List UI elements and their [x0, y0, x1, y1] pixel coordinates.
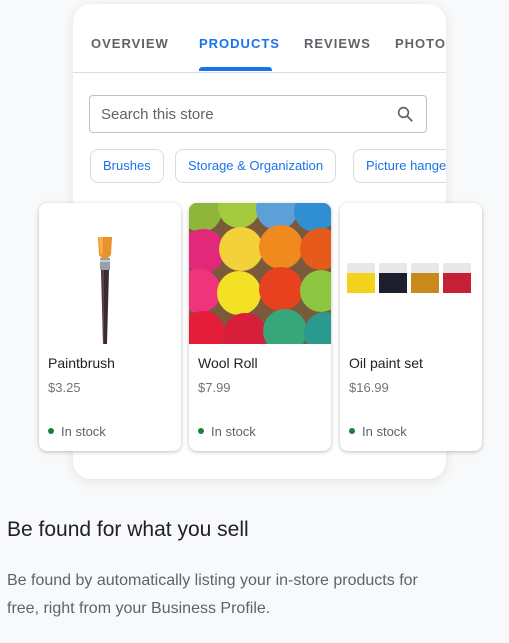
- stock-status: In stock: [48, 424, 106, 439]
- tab-bar: OVERVIEW PRODUCTS REVIEWS PHOTOS: [73, 4, 446, 73]
- tab-reviews[interactable]: REVIEWS: [304, 36, 371, 51]
- active-tab-indicator: [199, 67, 272, 71]
- stock-label: In stock: [362, 424, 407, 439]
- yarn-balls-image: [189, 203, 331, 344]
- product-price: $7.99: [198, 380, 231, 395]
- product-card[interactable]: Paintbrush $3.25 In stock: [39, 203, 181, 451]
- in-stock-dot-icon: [349, 428, 355, 434]
- search-input[interactable]: [101, 96, 391, 132]
- tab-photos[interactable]: PHOTOS: [395, 36, 446, 51]
- tab-products[interactable]: PRODUCTS: [199, 36, 280, 51]
- paint-jars-image: [340, 203, 482, 344]
- page: OVERVIEW PRODUCTS REVIEWS PHOTOS Brushes…: [0, 0, 509, 643]
- product-card[interactable]: Wool Roll $7.99 In stock: [189, 203, 331, 451]
- chip-brushes[interactable]: Brushes: [90, 149, 164, 183]
- product-name: Oil paint set: [349, 355, 423, 371]
- product-card[interactable]: Oil paint set $16.99 In stock: [340, 203, 482, 451]
- in-stock-dot-icon: [48, 428, 54, 434]
- stock-status: In stock: [198, 424, 256, 439]
- store-search-box[interactable]: [89, 95, 427, 133]
- product-price: $3.25: [48, 380, 81, 395]
- stock-status: In stock: [349, 424, 407, 439]
- product-name: Wool Roll: [198, 355, 258, 371]
- section-heading: Be found for what you sell: [7, 518, 249, 541]
- product-price: $16.99: [349, 380, 389, 395]
- paintbrush-image: [39, 203, 181, 344]
- chip-picture-hangers[interactable]: Picture hangers: [353, 149, 446, 183]
- stock-label: In stock: [211, 424, 256, 439]
- tab-overview[interactable]: OVERVIEW: [91, 36, 169, 51]
- chip-storage-organization[interactable]: Storage & Organization: [175, 149, 337, 183]
- in-stock-dot-icon: [198, 428, 204, 434]
- product-name: Paintbrush: [48, 355, 115, 371]
- stock-label: In stock: [61, 424, 106, 439]
- section-description: Be found by automatically listing your i…: [7, 572, 418, 617]
- search-icon[interactable]: [396, 105, 414, 123]
